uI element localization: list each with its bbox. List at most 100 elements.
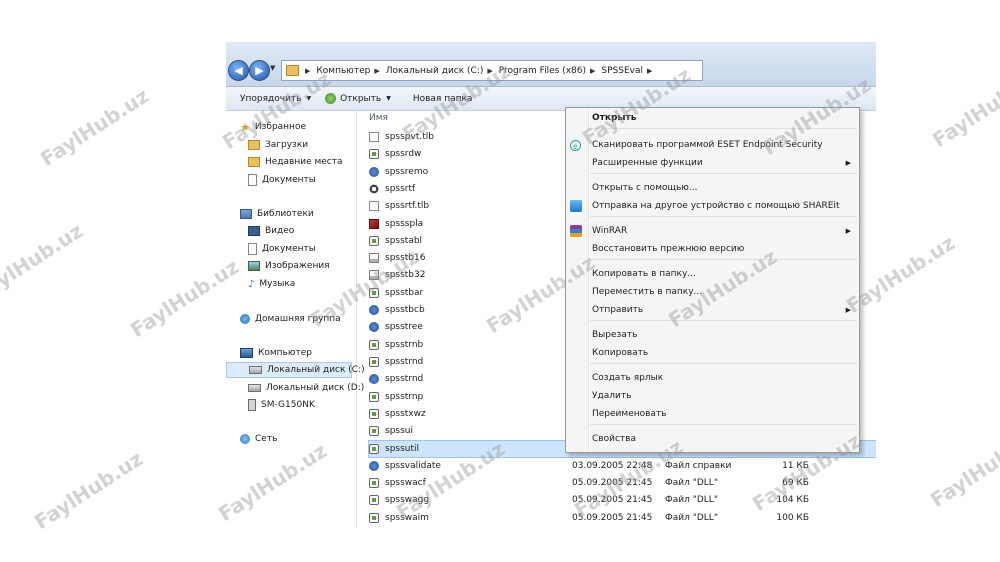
organize-button[interactable]: Упорядочить ▼ — [240, 94, 311, 104]
nav-drive-d[interactable]: Локальный диск (D:) — [248, 380, 364, 396]
winrar-icon — [570, 225, 582, 237]
chevron-right-icon[interactable]: ▶ — [374, 67, 379, 75]
menu-label: Расширенные функции — [592, 158, 703, 168]
file-name: spsstree — [385, 322, 423, 333]
nav-label: Локальный диск (D:) — [266, 383, 365, 393]
file-icon — [369, 322, 379, 333]
file-name: spssrdw — [385, 149, 422, 160]
menu-item-send-to[interactable]: Отправить ▶ — [592, 302, 859, 318]
menu-item-shareit[interactable]: Отправка на другое устройство с помощью … — [570, 198, 839, 214]
nav-favorites[interactable]: ★ Избранное — [240, 119, 306, 135]
menu-item-rename[interactable]: Переименовать — [592, 406, 667, 422]
chevron-right-icon[interactable]: ▶ — [305, 67, 310, 75]
file-date: 05.09.2005 21:45 — [572, 512, 653, 523]
file-row[interactable]: spsswagg 05.09.2005 21:45 Файл "DLL" 104 КБ — [369, 492, 876, 508]
file-name: spsstb32 — [385, 270, 426, 281]
nav-computer[interactable]: Компьютер — [240, 345, 312, 361]
column-header-name[interactable]: Имя — [369, 113, 388, 123]
file-icon — [369, 444, 379, 455]
menu-item-move-to[interactable]: Переместить в папку... — [592, 284, 702, 300]
file-icon — [369, 374, 379, 385]
menu-item-delete[interactable]: Удалить — [592, 388, 631, 404]
menu-item-cut[interactable]: Вырезать — [592, 327, 637, 343]
open-button[interactable]: Открыть ▼ — [325, 93, 391, 104]
file-name: spsstabl — [385, 235, 423, 246]
file-type: Файл "DLL" — [665, 512, 718, 523]
new-folder-button[interactable]: Новая папка — [413, 94, 473, 104]
file-name: spsswaim — [385, 512, 429, 523]
menu-separator — [590, 363, 857, 364]
nav-music[interactable]: ♪ Музыка — [248, 276, 295, 292]
file-name: spsstrnd — [385, 374, 424, 385]
nav-video[interactable]: Видео — [248, 223, 294, 239]
breadcrumb-computer[interactable]: Компьютер — [316, 66, 370, 76]
menu-item-winrar[interactable]: WinRAR ▶ — [570, 223, 859, 239]
video-icon — [248, 226, 260, 236]
nav-label: Музыка — [259, 279, 296, 289]
file-name: spsstrnd — [385, 356, 424, 367]
menu-item-open-with[interactable]: Открыть с помощью... — [592, 180, 697, 196]
breadcrumb-drive-c[interactable]: Локальный диск (C:) — [386, 66, 484, 76]
network-icon — [240, 434, 250, 444]
file-icon — [369, 391, 379, 402]
breadcrumb-program-files[interactable]: Program Files (x86) — [499, 66, 586, 76]
watermark: FaylHub.uz — [36, 83, 154, 172]
menu-item-copy[interactable]: Копировать — [592, 345, 648, 361]
context-menu: Открыть e Сканировать программой ESET End… — [565, 107, 860, 453]
file-name: spsstb16 — [385, 253, 426, 264]
menu-item-extended[interactable]: Расширенные функции ▶ — [592, 155, 859, 171]
nav-libraries[interactable]: Библиотеки — [240, 206, 314, 222]
document-icon — [248, 243, 257, 255]
file-row[interactable]: spsswacf 05.09.2005 21:45 Файл "DLL" 69 КБ — [369, 475, 876, 491]
file-size: 69 КБ — [782, 478, 809, 488]
file-name: spssrtf — [385, 183, 416, 194]
file-icon — [369, 495, 379, 506]
nav-label: Сеть — [255, 434, 278, 444]
nav-homegroup[interactable]: Домашняя группа — [240, 311, 341, 327]
nav-network[interactable]: Сеть — [240, 431, 277, 447]
address-bar[interactable]: ▶ Компьютер ▶ Локальный диск (C:) ▶ Prog… — [281, 60, 703, 81]
nav-drive-c[interactable]: Локальный диск (C:) — [226, 362, 365, 378]
menu-label: Вырезать — [592, 330, 638, 340]
file-row[interactable]: spsswaim 05.09.2005 21:45 Файл "DLL" 100 КБ — [369, 510, 876, 526]
phone-icon — [248, 399, 256, 411]
address-bar-area: ◀ ▶ ▼ ▶ Компьютер ▶ Локальный диск (C:) … — [226, 42, 876, 87]
breadcrumb-spsseval[interactable]: SPSSEval — [601, 66, 643, 76]
menu-item-properties[interactable]: Свойства — [592, 431, 636, 447]
nav-device[interactable]: SM-G150NK — [248, 397, 315, 413]
file-name: spsswacf — [385, 478, 426, 488]
menu-item-eset[interactable]: e Сканировать программой ESET Endpoint Se… — [570, 137, 823, 153]
recent-places-icon — [248, 157, 260, 167]
chevron-right-icon[interactable]: ▶ — [647, 67, 652, 75]
document-icon — [248, 174, 257, 186]
file-date: 05.09.2005 21:45 — [572, 478, 653, 488]
file-icon — [369, 218, 379, 229]
file-icon — [369, 460, 379, 471]
nav-label: Документы — [262, 244, 316, 254]
history-dropdown-icon[interactable]: ▼ — [270, 64, 275, 72]
menu-separator — [590, 128, 857, 129]
file-icon — [369, 512, 379, 523]
forward-button[interactable]: ▶ — [249, 60, 270, 81]
menu-item-copy-to[interactable]: Копировать в папку... — [592, 266, 696, 282]
menu-label: Переместить в папку... — [592, 287, 703, 297]
nav-lib-documents[interactable]: Документы — [248, 241, 316, 257]
nav-label: Библиотеки — [257, 209, 314, 219]
nav-images[interactable]: Изображения — [248, 258, 330, 274]
menu-separator — [590, 424, 857, 425]
file-type: Файл "DLL" — [665, 495, 718, 506]
menu-item-create-shortcut[interactable]: Создать ярлык — [592, 370, 663, 386]
nav-downloads[interactable]: Загрузки — [248, 137, 308, 153]
nav-documents[interactable]: Документы — [248, 172, 316, 188]
eset-icon: e — [570, 139, 581, 151]
chevron-right-icon[interactable]: ▶ — [590, 67, 595, 75]
back-button[interactable]: ◀ — [228, 60, 249, 81]
chevron-right-icon[interactable]: ▶ — [487, 67, 492, 75]
download-folder-icon — [248, 140, 260, 150]
file-row[interactable]: spssvalidate 03.09.2005 22:48 Файл справки… — [369, 458, 876, 474]
nav-recent[interactable]: Недавние места — [248, 154, 343, 170]
menu-item-open[interactable]: Открыть — [592, 110, 636, 126]
chevron-right-icon: ▶ — [845, 306, 851, 314]
menu-item-restore[interactable]: Восстановить прежнюю версию — [592, 241, 744, 257]
folder-icon — [286, 65, 299, 76]
